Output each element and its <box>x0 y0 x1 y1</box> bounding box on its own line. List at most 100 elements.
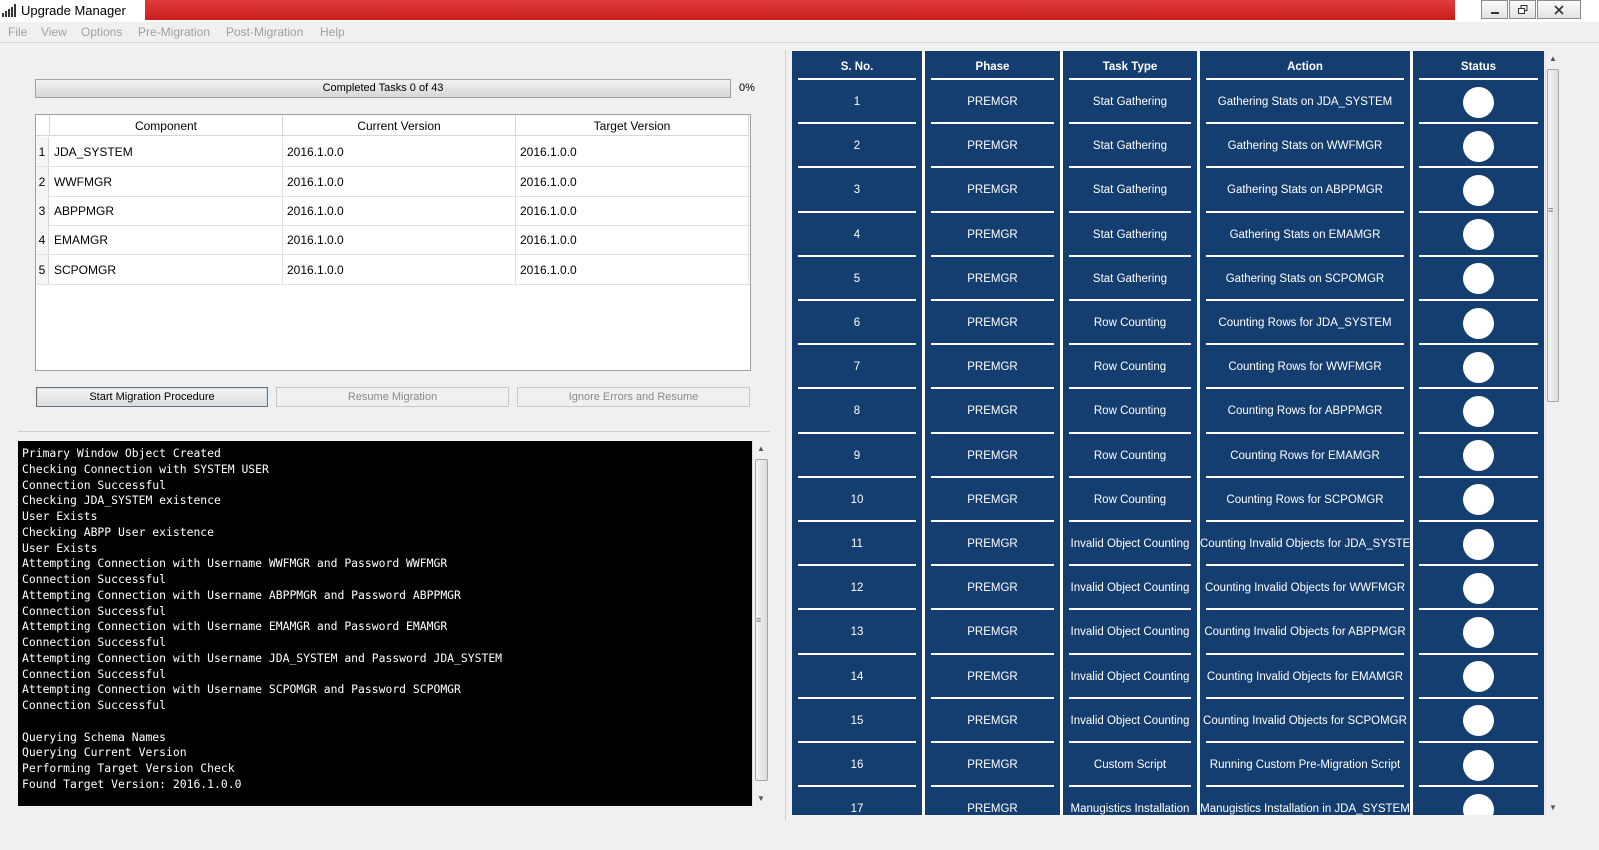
phase-cell: PREMGR <box>967 582 1018 595</box>
action-cell: Manugistics Installation in JDA_SYSTEM <box>1200 803 1410 815</box>
status-indicator-icon <box>1463 396 1494 427</box>
close-button[interactable] <box>1537 0 1581 19</box>
task-type-cell: Row Counting <box>1093 493 1167 506</box>
current-version-cell: 2016.1.0.0 <box>283 137 516 166</box>
log-line: Primary Window Object Created <box>22 446 221 460</box>
scroll-up-icon[interactable]: ▲ <box>1549 54 1557 63</box>
table-row[interactable]: 2 WWFMGR 2016.1.0.0 2016.1.0.0 <box>36 167 750 197</box>
status-indicator-icon <box>1463 130 1494 162</box>
scrollbar-thumb[interactable] <box>1547 69 1559 402</box>
task-list-panel: S. No. 1 2 3 4 5 6 7 8 9 10 11 12 13 14 15 16 17 Phase PREM… <box>792 51 1544 815</box>
row-underline <box>1419 652 1538 655</box>
sno-cell: 16 <box>850 759 864 771</box>
phase-cell: PREMGR <box>967 228 1018 241</box>
row-underline <box>1419 564 1538 567</box>
status-indicator-icon <box>1463 307 1494 339</box>
task-type-cell: Stat Gathering <box>1092 272 1168 285</box>
status-indicator-icon <box>1463 749 1494 781</box>
task-type-cell: Invalid Object Counting <box>1070 670 1190 683</box>
header-sno: S. No. <box>840 61 874 73</box>
row-underline <box>1419 475 1538 478</box>
minimize-icon <box>1490 11 1499 14</box>
menu-pre-migration[interactable]: Pre-Migration <box>138 25 210 39</box>
header-target-version[interactable]: Target Version <box>516 115 749 136</box>
header-component[interactable]: Component <box>50 115 283 136</box>
scrollbar-grip-icon: ≡ <box>1548 205 1554 215</box>
scroll-down-icon[interactable]: ▼ <box>757 794 765 803</box>
row-underline <box>1419 210 1538 213</box>
log-line: Connection Successful <box>22 698 167 712</box>
status-indicator-icon <box>1463 175 1494 206</box>
table-corner <box>36 115 50 136</box>
header-action: Action <box>1287 61 1323 73</box>
target-version-cell: 2016.1.0.0 <box>516 137 749 166</box>
menu-post-migration[interactable]: Post-Migration <box>226 25 303 39</box>
log-line: Connection Successful <box>22 635 167 649</box>
header-current-version[interactable]: Current Version <box>283 115 516 136</box>
log-line: Attempting Connection with Username SCPO… <box>22 682 461 697</box>
task-type-cell: Stat Gathering <box>1092 184 1168 197</box>
action-cell: Counting Rows for JDA_SYSTEM <box>1218 317 1392 329</box>
table-row[interactable]: 1 JDA_SYSTEM 2016.1.0.0 2016.1.0.0 <box>36 137 750 167</box>
app-icon <box>2 4 16 17</box>
log-line: Attempting Connection with Username JDA_… <box>22 650 503 665</box>
restore-button[interactable] <box>1509 0 1536 19</box>
current-version-cell: 2016.1.0.0 <box>283 225 516 254</box>
restore-icon <box>1517 4 1527 14</box>
sno-cell: 9 <box>853 449 861 462</box>
phase-cell: PREMGR <box>967 96 1018 108</box>
sno-cell: 12 <box>850 582 864 595</box>
menu-file[interactable]: File <box>8 25 27 39</box>
phase-cell: PREMGR <box>967 184 1018 197</box>
progress-label: Completed Tasks 0 of 43 <box>322 82 444 94</box>
task-type-cell: Invalid Object Counting <box>1070 714 1190 727</box>
resume-migration-button[interactable]: Resume Migration <box>276 387 509 407</box>
row-underline <box>1419 166 1538 169</box>
menu-options[interactable]: Options <box>81 25 122 39</box>
table-row[interactable]: 5 SCPOMGR 2016.1.0.0 2016.1.0.0 <box>36 255 750 285</box>
action-cell: Running Custom Pre-Migration Script <box>1209 759 1401 771</box>
section-divider <box>18 431 770 432</box>
current-version-cell: 2016.1.0.0 <box>283 255 516 284</box>
phase-cell: PREMGR <box>967 714 1018 727</box>
row-underline <box>1419 254 1538 257</box>
phase-cell: PREMGR <box>967 670 1018 683</box>
sno-cell: 1 <box>853 96 861 108</box>
component-cell: EMAMGR <box>50 225 283 254</box>
log-line: Connection Successful <box>22 603 167 618</box>
window-title: Upgrade Manager <box>21 3 126 18</box>
log-line: User Exists <box>22 540 98 555</box>
start-migration-button[interactable]: Start Migration Procedure <box>36 387 268 407</box>
task-type-cell: Custom Script <box>1093 759 1167 771</box>
log-console-scrollbar[interactable]: ▲ ≡ ▼ <box>752 441 769 806</box>
row-underline <box>1419 608 1538 611</box>
phase-cell: PREMGR <box>967 493 1018 506</box>
task-list-scrollbar[interactable]: ▲ ≡ ▼ <box>1545 51 1560 815</box>
row-number: 4 <box>36 225 49 254</box>
log-console[interactable]: Primary Window Object Created Checking Co… <box>18 441 752 806</box>
log-line: Connection Successful <box>22 666 167 681</box>
minimize-button[interactable] <box>1481 0 1508 19</box>
row-underline <box>1419 431 1538 434</box>
menu-bar: File View Options Pre-Migration Post-Mig… <box>0 22 1599 43</box>
action-cell: Gathering Stats on ABPPMGR <box>1227 184 1383 197</box>
scroll-up-icon[interactable]: ▲ <box>757 444 765 453</box>
table-row[interactable]: 4 EMAMGR 2016.1.0.0 2016.1.0.0 <box>36 225 750 255</box>
ignore-errors-resume-button[interactable]: Ignore Errors and Resume <box>517 387 750 407</box>
task-type-cell: Invalid Object Counting <box>1070 582 1190 595</box>
table-row[interactable]: 3 ABPPMGR 2016.1.0.0 2016.1.0.0 <box>36 196 750 226</box>
menu-help[interactable]: Help <box>320 25 345 39</box>
row-underline <box>1419 299 1538 301</box>
log-line: Attempting Connection with Username ABPP… <box>22 587 461 602</box>
menu-view[interactable]: View <box>41 25 67 39</box>
row-underline <box>1419 343 1538 346</box>
task-type-cell: Invalid Object Counting <box>1070 626 1190 639</box>
row-underline <box>1419 387 1538 390</box>
log-line: Attempting Connection with Username WWFM… <box>22 556 448 571</box>
column-phase: Phase PREMGR PREMGR PREMGR PREMGR PREMGR PREMG… <box>925 51 1060 815</box>
phase-cell: PREMGR <box>967 405 1018 418</box>
sno-cell: 5 <box>853 272 861 285</box>
row-underline <box>1419 122 1538 125</box>
status-indicator-icon <box>1463 86 1494 118</box>
scroll-down-icon[interactable]: ▼ <box>1549 803 1557 812</box>
